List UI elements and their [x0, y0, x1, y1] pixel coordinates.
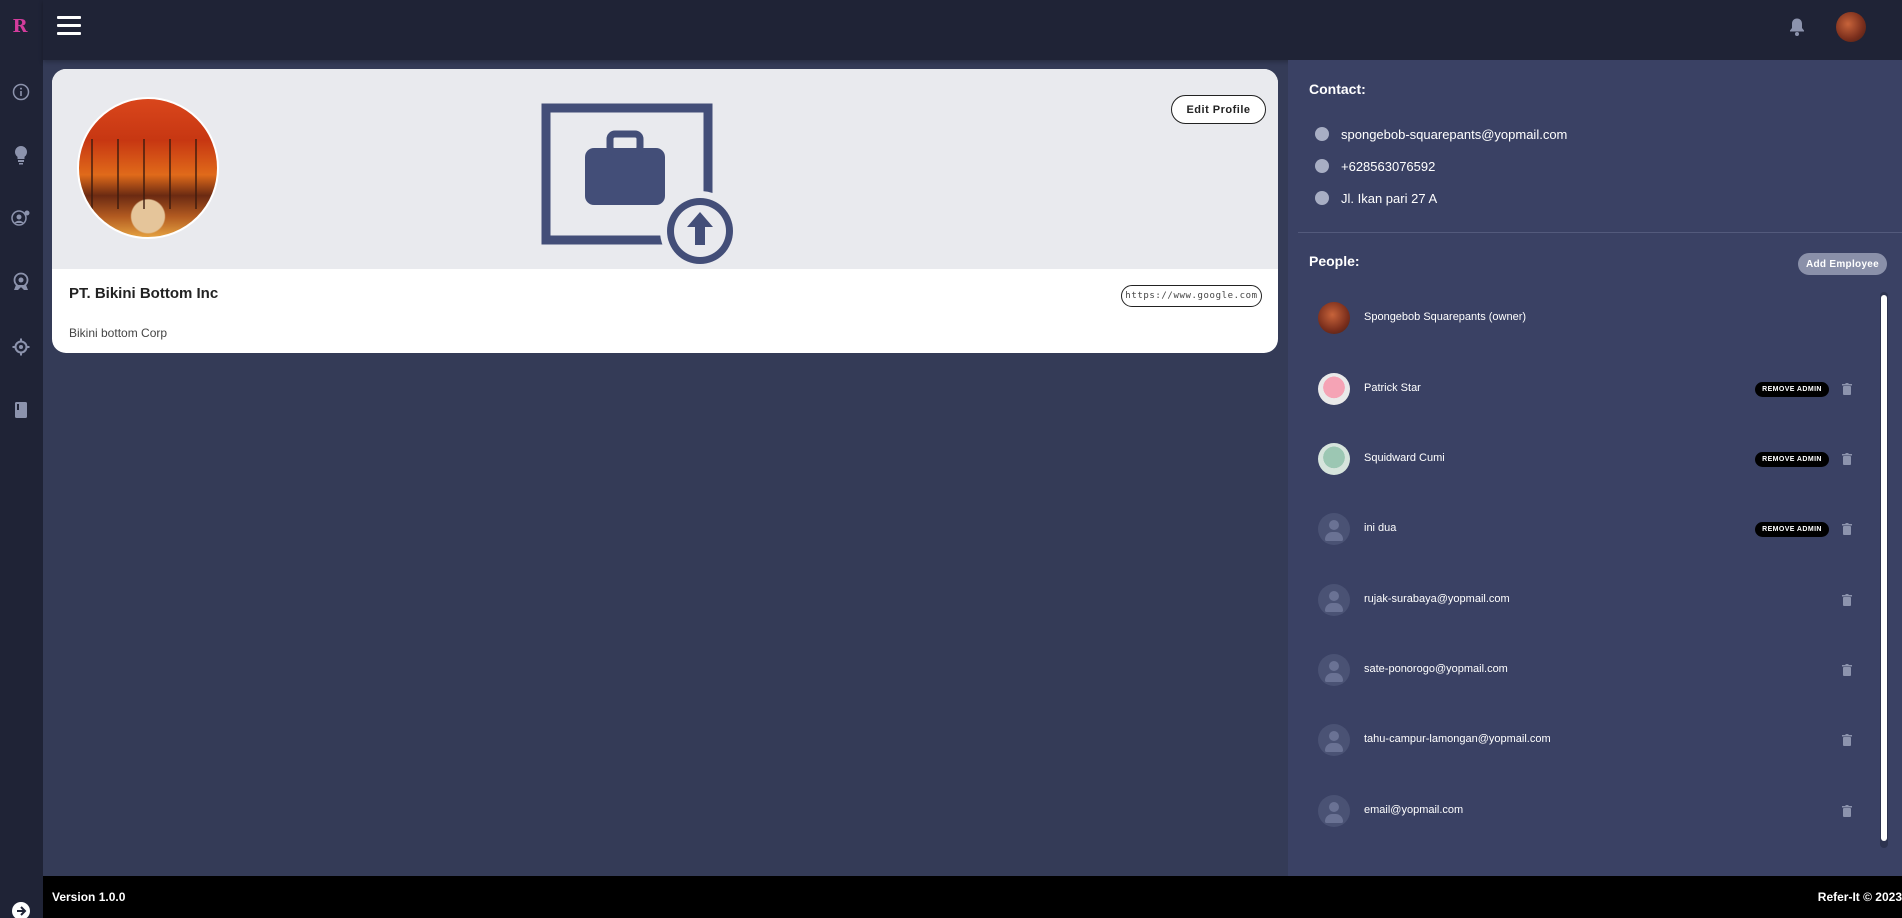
trash-icon[interactable] [1842, 664, 1852, 676]
location-icon [1315, 191, 1329, 205]
member-name: sate-ponorogo@yopmail.com [1364, 663, 1508, 675]
remove-admin-button[interactable]: REMOVE ADMIN [1755, 452, 1829, 467]
version-label: Version 1.0.0 [52, 890, 126, 904]
avatar [1318, 724, 1350, 756]
member-name: rujak-surabaya@yopmail.com [1364, 593, 1510, 605]
company-website-link[interactable]: https://www.google.com [1121, 285, 1262, 307]
list-item: tahu-campur-lamongan@yopmail.com [1318, 724, 1878, 756]
avatar [1318, 584, 1350, 616]
top-bar [43, 0, 1902, 60]
add-employee-button[interactable]: Add Employee [1798, 253, 1887, 275]
right-panel: Contact: spongebob-squarepants@yopmail.c… [1288, 60, 1902, 876]
upload-cover-icon[interactable] [538, 100, 742, 268]
list-item: sate-ponorogo@yopmail.com [1318, 654, 1878, 686]
avatar [1318, 654, 1350, 686]
contact-address-row: Jl. Ikan pari 27 A [1315, 188, 1437, 208]
contact-email: spongebob-squarepants@yopmail.com [1341, 126, 1568, 142]
avatar [1318, 513, 1350, 545]
company-name: PT. Bikini Bottom Inc [69, 285, 219, 302]
company-avatar [77, 97, 219, 239]
list-item: Patrick Star REMOVE ADMIN [1318, 373, 1878, 405]
avatar [1318, 373, 1350, 405]
member-name: email@yopmail.com [1364, 804, 1464, 816]
contact-address: Jl. Ikan pari 27 A [1341, 190, 1438, 206]
avatar [1318, 795, 1350, 827]
app-logo[interactable]: R [12, 16, 28, 38]
edit-profile-button[interactable]: Edit Profile [1171, 95, 1266, 124]
company-description: Bikini bottom Corp [69, 326, 168, 340]
member-name: Squidward Cumi [1364, 452, 1445, 464]
user-avatar[interactable] [1836, 12, 1866, 42]
book-icon[interactable] [10, 399, 32, 421]
remove-admin-button[interactable]: REMOVE ADMIN [1755, 382, 1829, 397]
footer: Version 1.0.0 Refer-It © 2023 [43, 876, 1902, 918]
user-settings-icon[interactable] [10, 208, 32, 230]
copyright-label: Refer-It © 2023 [1817, 890, 1902, 904]
trash-icon[interactable] [1842, 523, 1852, 535]
trash-icon[interactable] [1842, 734, 1852, 746]
phone-icon [1315, 159, 1329, 173]
list-item: rujak-surabaya@yopmail.com [1318, 584, 1878, 616]
list-item: Squidward Cumi REMOVE ADMIN [1318, 443, 1878, 475]
company-profile-card: Edit Profile PT. Bikini Bottom Inc https… [52, 69, 1278, 353]
contact-heading: Contact: [1309, 81, 1366, 97]
trash-icon[interactable] [1842, 453, 1852, 465]
scrollbar-thumb[interactable] [1881, 295, 1887, 841]
list-item: ini dua REMOVE ADMIN [1318, 513, 1878, 545]
hamburger-icon[interactable] [57, 16, 81, 36]
member-name: tahu-campur-lamongan@yopmail.com [1364, 733, 1551, 745]
member-name: Patrick Star [1364, 382, 1421, 394]
avatar [1318, 302, 1350, 334]
member-name: ini dua [1364, 522, 1397, 534]
trash-icon[interactable] [1842, 805, 1852, 817]
logout-icon[interactable] [12, 902, 30, 918]
trash-icon[interactable] [1842, 383, 1852, 395]
member-name: Spongebob Squarepants (owner) [1364, 311, 1527, 323]
contact-phone-row: +628563076592 [1315, 156, 1435, 176]
gear-icon[interactable] [10, 336, 32, 358]
contact-email-row: spongebob-squarepants@yopmail.com [1315, 124, 1567, 144]
remove-admin-button[interactable]: REMOVE ADMIN [1755, 522, 1829, 537]
people-scrollbar[interactable] [1880, 292, 1888, 848]
sidebar: R [0, 0, 43, 918]
trash-icon[interactable] [1842, 594, 1852, 606]
people-heading: People: [1309, 253, 1360, 269]
info-icon[interactable] [10, 81, 32, 103]
divider [1298, 232, 1902, 233]
email-icon [1315, 127, 1329, 141]
award-icon[interactable] [10, 271, 32, 293]
contact-phone: +628563076592 [1341, 158, 1436, 174]
people-list: Spongebob Squarepants (owner) Patrick St… [1288, 292, 1878, 852]
list-item: email@yopmail.com [1318, 795, 1878, 827]
bell-icon[interactable] [1788, 17, 1808, 37]
avatar [1318, 443, 1350, 475]
lightbulb-icon[interactable] [10, 144, 32, 166]
list-item: Spongebob Squarepants (owner) [1318, 302, 1878, 334]
